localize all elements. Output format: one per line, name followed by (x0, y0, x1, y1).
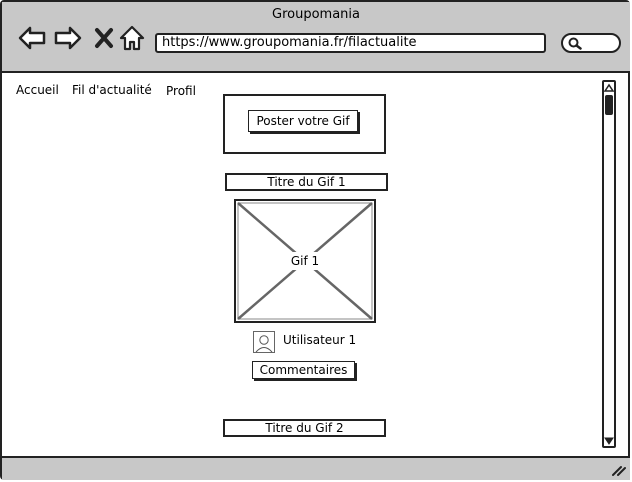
scroll-down-arrow-icon[interactable] (604, 436, 614, 446)
gif1-title-field: Titre du Gif 1 (225, 173, 388, 191)
resize-grip-icon[interactable] (612, 464, 626, 476)
nav-link-accueil[interactable]: Accueil (16, 83, 59, 97)
home-icon[interactable] (118, 24, 146, 52)
post-gif-button[interactable]: Poster votre Gif (248, 110, 358, 132)
gif2-title-field: Titre du Gif 2 (223, 419, 386, 437)
close-x-icon[interactable] (90, 24, 118, 52)
search-icon (568, 37, 582, 50)
gif1-username: Utilisateur 1 (283, 333, 357, 347)
scrollbar-thumb[interactable] (605, 95, 613, 115)
status-bar (2, 456, 630, 480)
url-bar[interactable]: https://www.groupomania.fr/filactualite (155, 33, 546, 53)
nav-link-profil[interactable]: Profil (166, 84, 196, 98)
browser-toolbar: Groupomania https://www.groupomania.fr/f… (2, 2, 630, 73)
scroll-up-arrow-icon[interactable] (604, 83, 614, 93)
gif1-image-label: Gif 1 (287, 252, 323, 270)
nav-link-fil-actualite[interactable]: Fil d'actualité (72, 83, 152, 97)
comments-button[interactable]: Commentaires (252, 361, 355, 379)
user-avatar-icon (253, 331, 275, 353)
back-arrow-icon[interactable] (18, 24, 46, 52)
window-title: Groupomania (272, 7, 360, 22)
browser-window: Groupomania https://www.groupomania.fr/f… (0, 0, 630, 480)
forward-arrow-icon[interactable] (54, 24, 82, 52)
search-field[interactable] (561, 33, 621, 53)
vertical-scrollbar[interactable] (602, 80, 616, 448)
